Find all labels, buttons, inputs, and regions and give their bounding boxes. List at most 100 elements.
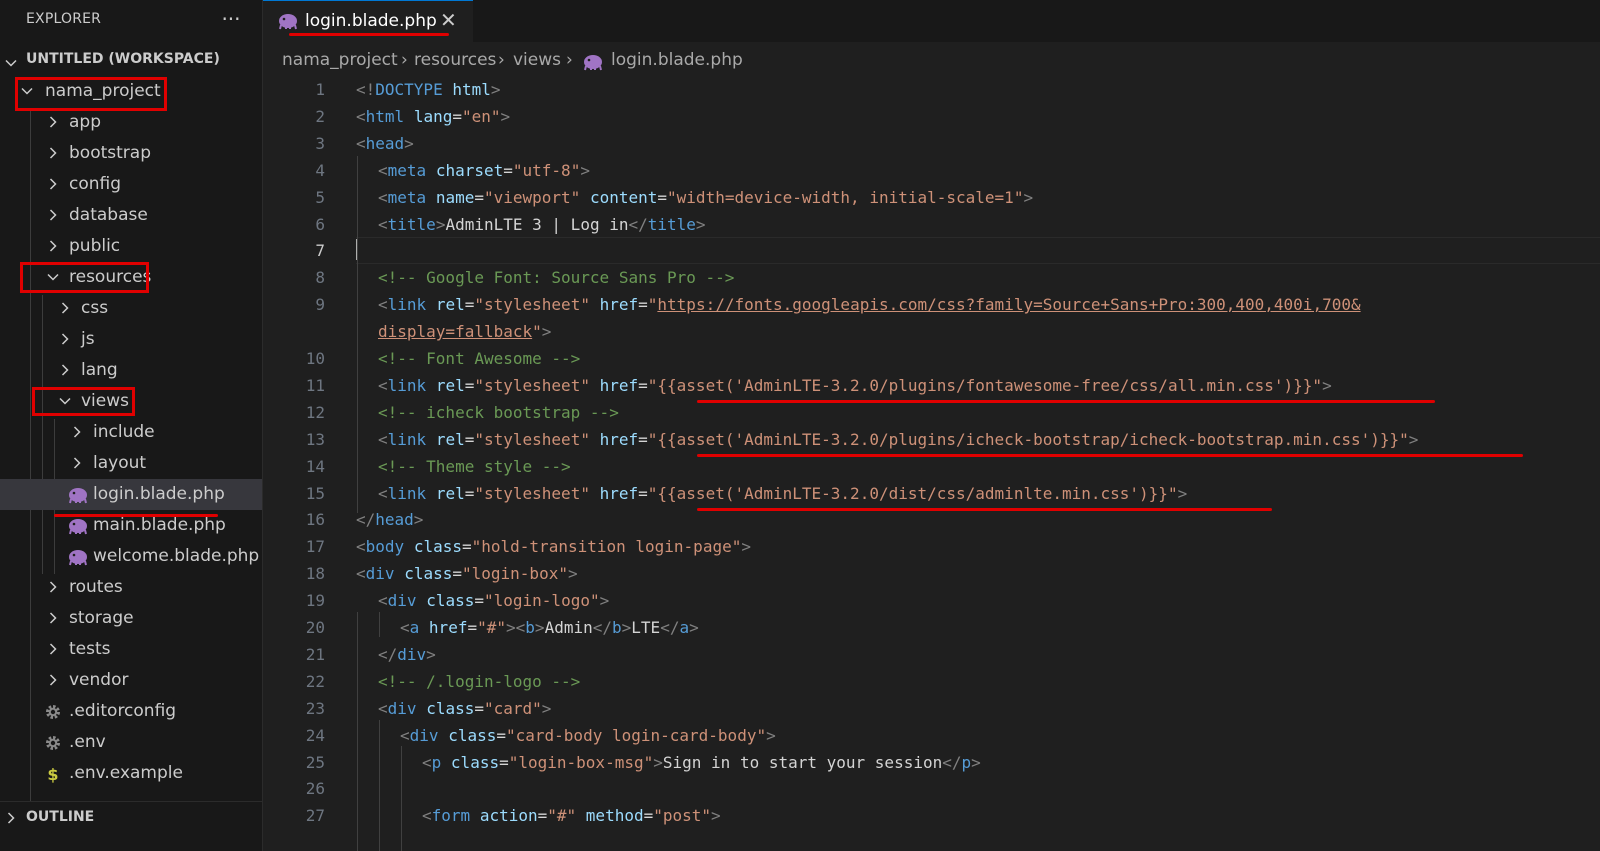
tree-item-public[interactable]: public	[0, 231, 262, 262]
code-token: href	[428, 618, 468, 637]
line-number: 26	[305, 779, 325, 799]
tree-item-include[interactable]: include	[0, 417, 262, 448]
code-token: "viewport"	[483, 187, 581, 207]
tree-item-label: database	[69, 205, 148, 225]
code-token: <	[356, 106, 366, 126]
php-file-icon	[68, 517, 87, 535]
code-line: <!-- Font Awesome -->	[378, 349, 580, 368]
code-token: div	[409, 725, 439, 745]
tree-item-tests[interactable]: tests	[0, 634, 262, 665]
tree-item-app[interactable]: app	[0, 107, 262, 138]
code-editor[interactable]: 1 <!DOCTYPE html> 2 <html lang="en"> 3 <head>…	[263, 0, 1600, 851]
code-line: <meta name="viewport" content="width=dev…	[378, 188, 1033, 207]
code-token: a	[679, 618, 690, 637]
tree-item-layout[interactable]: layout	[0, 448, 262, 479]
line-number: 20	[305, 618, 325, 637]
line-number: 7	[315, 241, 325, 261]
code-line: <link rel="stylesheet" href="{{asset('Ad…	[378, 430, 1418, 449]
code-token: </	[356, 510, 376, 530]
tree-item-env-example[interactable]: $ .env.example	[0, 758, 262, 789]
outline-title: OUTLINE	[26, 809, 95, 825]
code-token: body	[365, 537, 405, 557]
workspace-header[interactable]: UNTITLED (WORKSPACE)	[0, 48, 262, 72]
line-number: 25	[305, 752, 325, 772]
code-token: <!-- /.login-logo -->	[378, 671, 581, 691]
workspace-title: UNTITLED (WORKSPACE)	[26, 51, 220, 67]
code-token: =	[638, 429, 648, 449]
tree-item-label: lang	[81, 360, 118, 380]
code-token: >	[404, 133, 414, 153]
code-token: "{{asset('AdminLTE-3.2.0/plugins/icheck-…	[647, 429, 1409, 449]
code-token: </	[628, 214, 648, 234]
tree-item-lang[interactable]: lang	[0, 355, 262, 386]
tree-item-env[interactable]: .env	[0, 727, 262, 758]
tree-item-label: bootstrap	[69, 143, 151, 163]
chevron-right-icon	[46, 673, 60, 687]
tree-item-label: config	[69, 174, 122, 194]
code-token: "login-logo"	[484, 591, 600, 611]
tree-item-config[interactable]: config	[0, 169, 262, 200]
tree-item-label: main.blade.php	[93, 515, 226, 535]
code-token: "hold-transition login-page"	[471, 537, 742, 557]
tree-item-editorconfig[interactable]: .editorconfig	[0, 696, 262, 727]
tree-item-login-blade-php[interactable]: login.blade.php	[0, 479, 262, 510]
chevron-right-icon	[58, 301, 72, 315]
tree-item-vendor[interactable]: vendor	[0, 665, 262, 696]
code-token: href	[599, 429, 639, 449]
tree-item-routes[interactable]: routes	[0, 572, 262, 603]
code-line: </div>	[378, 645, 436, 664]
current-line-highlight	[356, 237, 1600, 264]
code-token: div	[397, 644, 427, 664]
tree-item-label: .env	[69, 732, 106, 752]
code-token: "en"	[461, 106, 501, 126]
code-token: =	[464, 375, 475, 395]
highlight-box-resources	[20, 262, 149, 293]
line-number: 13	[305, 429, 325, 449]
code-line: <html lang="en">	[356, 107, 510, 126]
code-token: href	[599, 295, 639, 315]
tree-item-css[interactable]: css	[0, 293, 262, 324]
code-token: =	[461, 537, 472, 557]
code-token: rel	[435, 295, 465, 315]
tree-item-label: login.blade.php	[93, 484, 225, 504]
tree-item-welcome-blade-php[interactable]: welcome.blade.php	[0, 541, 262, 572]
code-token: >	[766, 725, 776, 745]
code-token: =	[474, 698, 484, 718]
code-token: b	[525, 618, 535, 637]
code-token: "width=device-width, initial-scale=1"	[667, 187, 1024, 207]
code-token: DOCTYPE	[375, 80, 443, 99]
tree-item-js[interactable]: js	[0, 324, 262, 355]
code-token: >	[711, 806, 721, 826]
code-token: class	[426, 698, 475, 718]
code-token: =	[657, 187, 668, 207]
tree-item-bootstrap[interactable]: bootstrap	[0, 138, 262, 169]
tree-item-storage[interactable]: storage	[0, 603, 262, 634]
code-token: >	[1408, 429, 1419, 449]
line-number: 8	[315, 268, 325, 288]
tree-item-database[interactable]: database	[0, 200, 262, 231]
code-token: link	[387, 375, 427, 395]
code-line: <meta charset="utf-8">	[378, 161, 590, 180]
code-token: p	[431, 752, 442, 772]
code-token: =	[452, 564, 462, 584]
code-token: =	[474, 591, 484, 611]
outline-section[interactable]: OUTLINE	[0, 801, 262, 834]
code-token[interactable]: https://fonts.googleapis.com/css?family=…	[657, 295, 1360, 314]
code-token: </	[378, 644, 398, 664]
code-token[interactable]: display=fallback	[378, 322, 532, 341]
code-token: html	[365, 106, 405, 126]
line-number: 15	[305, 483, 325, 503]
underline-icheck-href	[697, 454, 1523, 457]
code-line: <a href="#"><b>Admin</b>LTE</a>	[400, 618, 699, 637]
code-token: href	[599, 375, 639, 395]
more-actions-icon[interactable]: ···	[219, 4, 243, 34]
code-token: rel	[435, 429, 465, 449]
